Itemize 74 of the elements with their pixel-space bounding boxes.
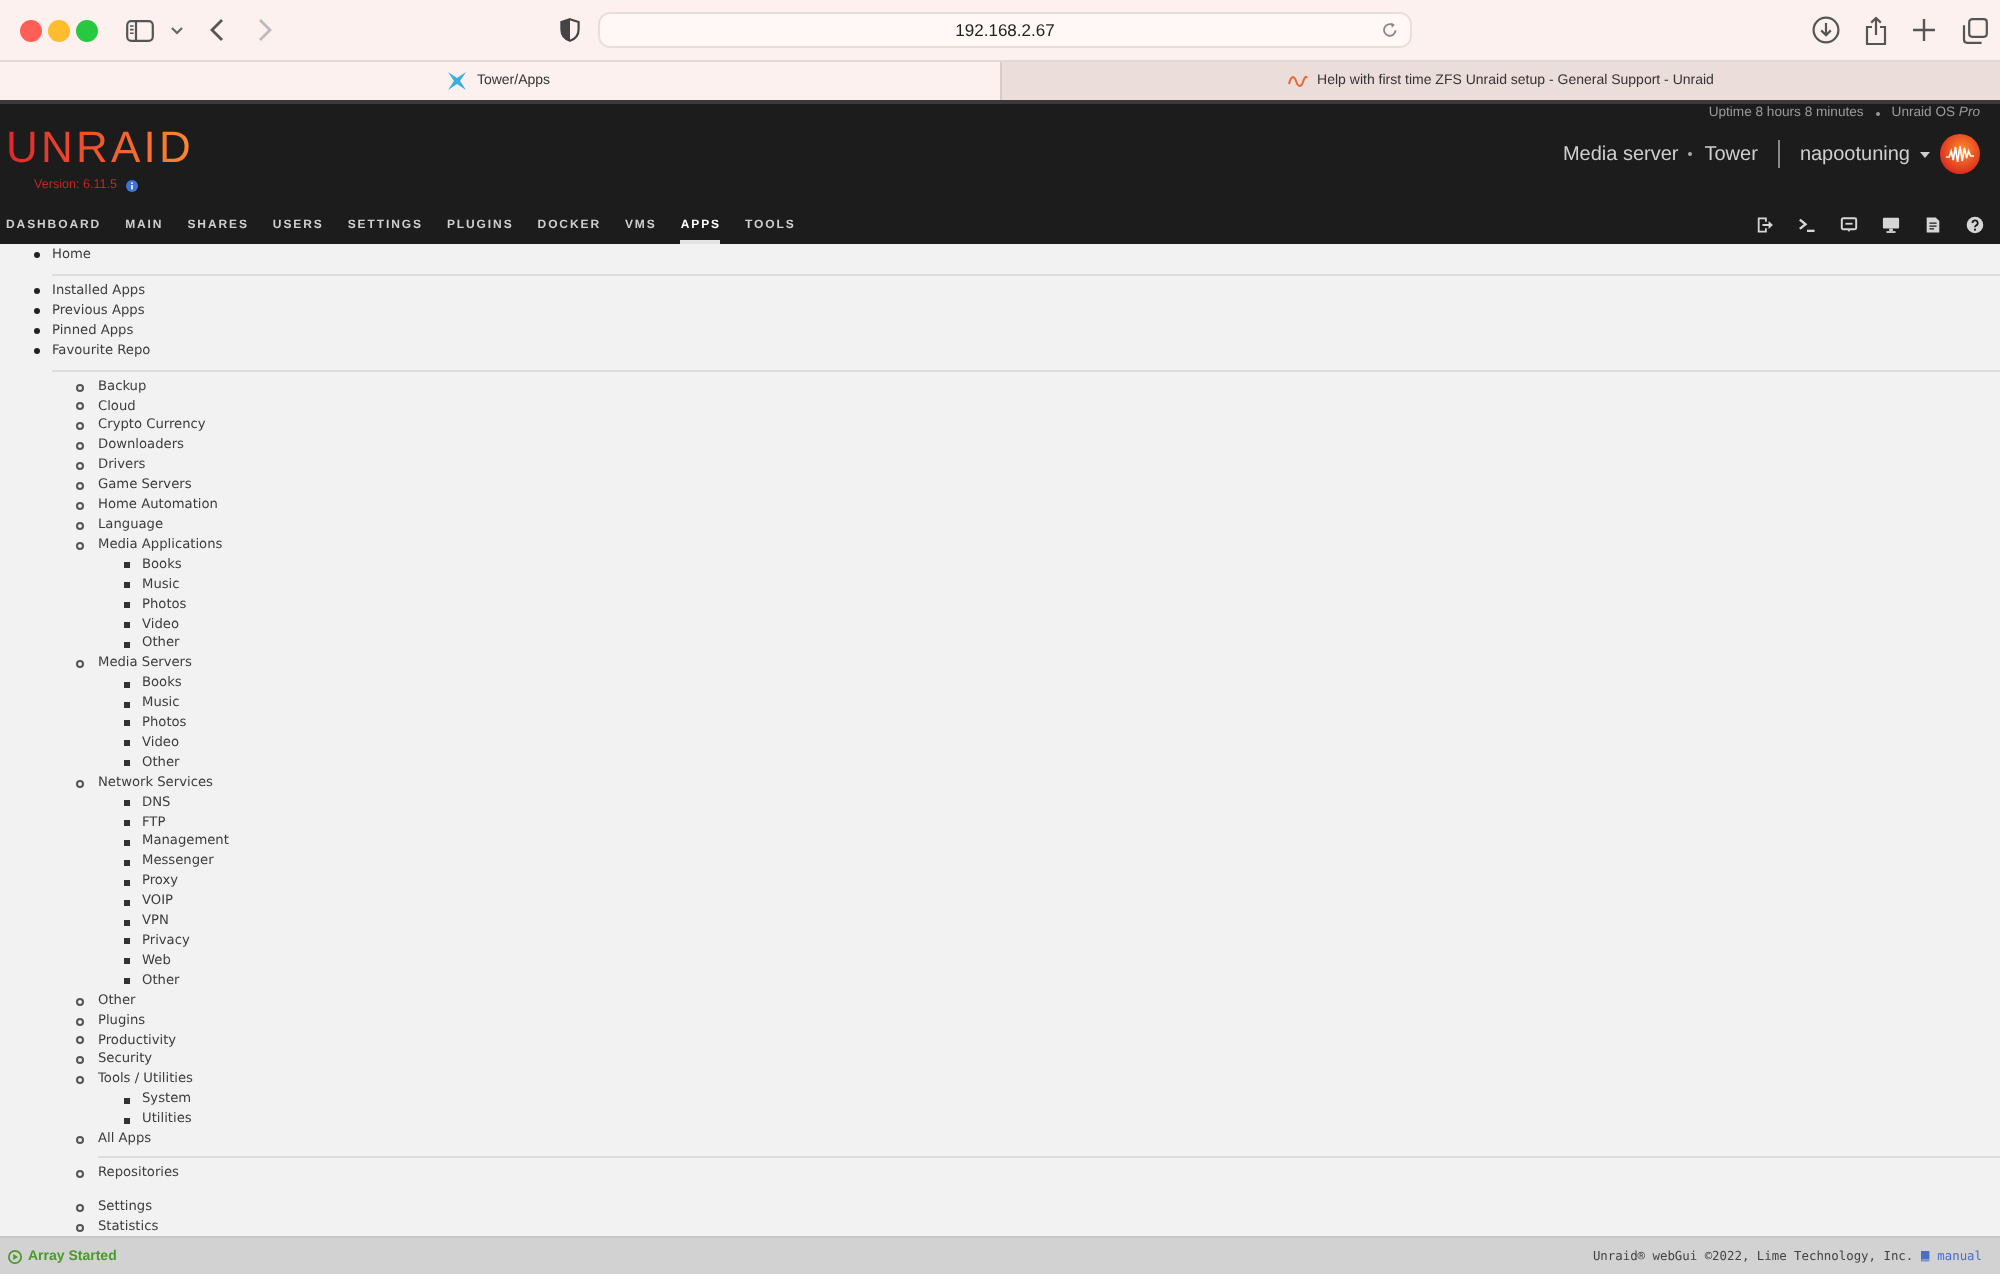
circle-bullet-icon bbox=[76, 383, 84, 392]
square-bullet-icon bbox=[124, 701, 130, 708]
circle-bullet-icon bbox=[76, 779, 84, 788]
shield-icon[interactable] bbox=[560, 18, 580, 42]
info-icon[interactable] bbox=[125, 180, 138, 192]
window-close-icon[interactable] bbox=[19, 19, 41, 41]
circle-bullet-icon bbox=[76, 1203, 84, 1212]
bullet-icon bbox=[33, 288, 39, 295]
square-bullet-icon bbox=[124, 859, 130, 866]
circle-bullet-icon bbox=[76, 1170, 84, 1179]
circle-bullet-icon bbox=[76, 1017, 84, 1026]
circle-bullet-icon bbox=[76, 997, 84, 1006]
bullet-icon bbox=[33, 252, 39, 259]
square-bullet-icon bbox=[124, 1117, 130, 1124]
square-bullet-icon bbox=[124, 958, 130, 965]
server-description: Media server bbox=[1562, 143, 1679, 165]
sign-out-icon[interactable] bbox=[1756, 216, 1774, 234]
message-icon[interactable] bbox=[1840, 216, 1858, 234]
wave-icon bbox=[1287, 74, 1308, 88]
square-bullet-icon bbox=[124, 621, 130, 628]
monitor-icon[interactable] bbox=[1882, 216, 1900, 234]
caret-icon[interactable] bbox=[1920, 151, 1930, 157]
help-icon[interactable] bbox=[1966, 216, 1984, 234]
square-bullet-icon bbox=[124, 1097, 130, 1104]
document-icon[interactable] bbox=[1924, 216, 1942, 234]
bullet-icon bbox=[33, 308, 39, 315]
star-icon bbox=[448, 72, 467, 90]
square-bullet-icon bbox=[124, 919, 130, 926]
square-bullet-icon bbox=[124, 562, 130, 569]
reload-icon[interactable] bbox=[1382, 22, 1398, 38]
circle-bullet-icon bbox=[76, 502, 84, 511]
square-bullet-icon bbox=[124, 760, 130, 767]
address-field[interactable]: 192.168.2.67 bbox=[598, 12, 1412, 48]
square-bullet-icon bbox=[124, 740, 130, 747]
circle-bullet-icon bbox=[76, 541, 84, 550]
circle-bullet-icon bbox=[76, 402, 84, 411]
circle-bullet-icon bbox=[76, 462, 84, 471]
chevron-down-icon[interactable] bbox=[170, 25, 184, 35]
circle-bullet-icon bbox=[76, 660, 84, 669]
circle-bullet-icon bbox=[76, 482, 84, 491]
square-bullet-icon bbox=[124, 879, 130, 886]
square-bullet-icon bbox=[124, 839, 130, 846]
circle-bullet-icon bbox=[76, 1056, 84, 1065]
plus-icon[interactable] bbox=[1912, 18, 1936, 42]
sidebar-icon[interactable] bbox=[126, 19, 154, 41]
square-bullet-icon bbox=[124, 641, 130, 648]
square-bullet-icon bbox=[124, 720, 130, 727]
circle-bullet-icon bbox=[76, 1223, 84, 1232]
square-bullet-icon bbox=[124, 800, 130, 807]
square-bullet-icon bbox=[124, 820, 130, 827]
book-icon[interactable] bbox=[1919, 1250, 1932, 1262]
square-bullet-icon bbox=[124, 582, 130, 589]
circle-bullet-icon bbox=[76, 442, 84, 451]
square-bullet-icon bbox=[124, 938, 130, 945]
share-icon[interactable] bbox=[1864, 15, 1888, 45]
terminal-icon[interactable] bbox=[1798, 216, 1816, 234]
square-bullet-icon bbox=[124, 602, 130, 609]
server-name: Tower bbox=[1704, 143, 1758, 165]
square-bullet-icon bbox=[124, 978, 130, 985]
play-circle-icon bbox=[8, 1249, 22, 1263]
avatar-icon[interactable] bbox=[1940, 134, 1980, 174]
bullet-icon bbox=[33, 348, 39, 355]
user-name[interactable]: napootuning bbox=[1799, 143, 1910, 165]
stacked-squares-icon[interactable] bbox=[1962, 17, 1988, 43]
circle-bullet-icon bbox=[76, 1036, 84, 1045]
circle-bullet-icon bbox=[76, 1136, 84, 1145]
bullet-icon bbox=[33, 328, 39, 335]
circle-bullet-icon bbox=[76, 422, 84, 431]
square-bullet-icon bbox=[124, 899, 130, 906]
circle-bullet-icon bbox=[76, 521, 84, 530]
circle-bullet-icon bbox=[76, 1076, 84, 1085]
square-bullet-icon bbox=[124, 681, 130, 688]
back-icon[interactable] bbox=[210, 18, 224, 42]
download-icon[interactable] bbox=[1812, 16, 1840, 44]
